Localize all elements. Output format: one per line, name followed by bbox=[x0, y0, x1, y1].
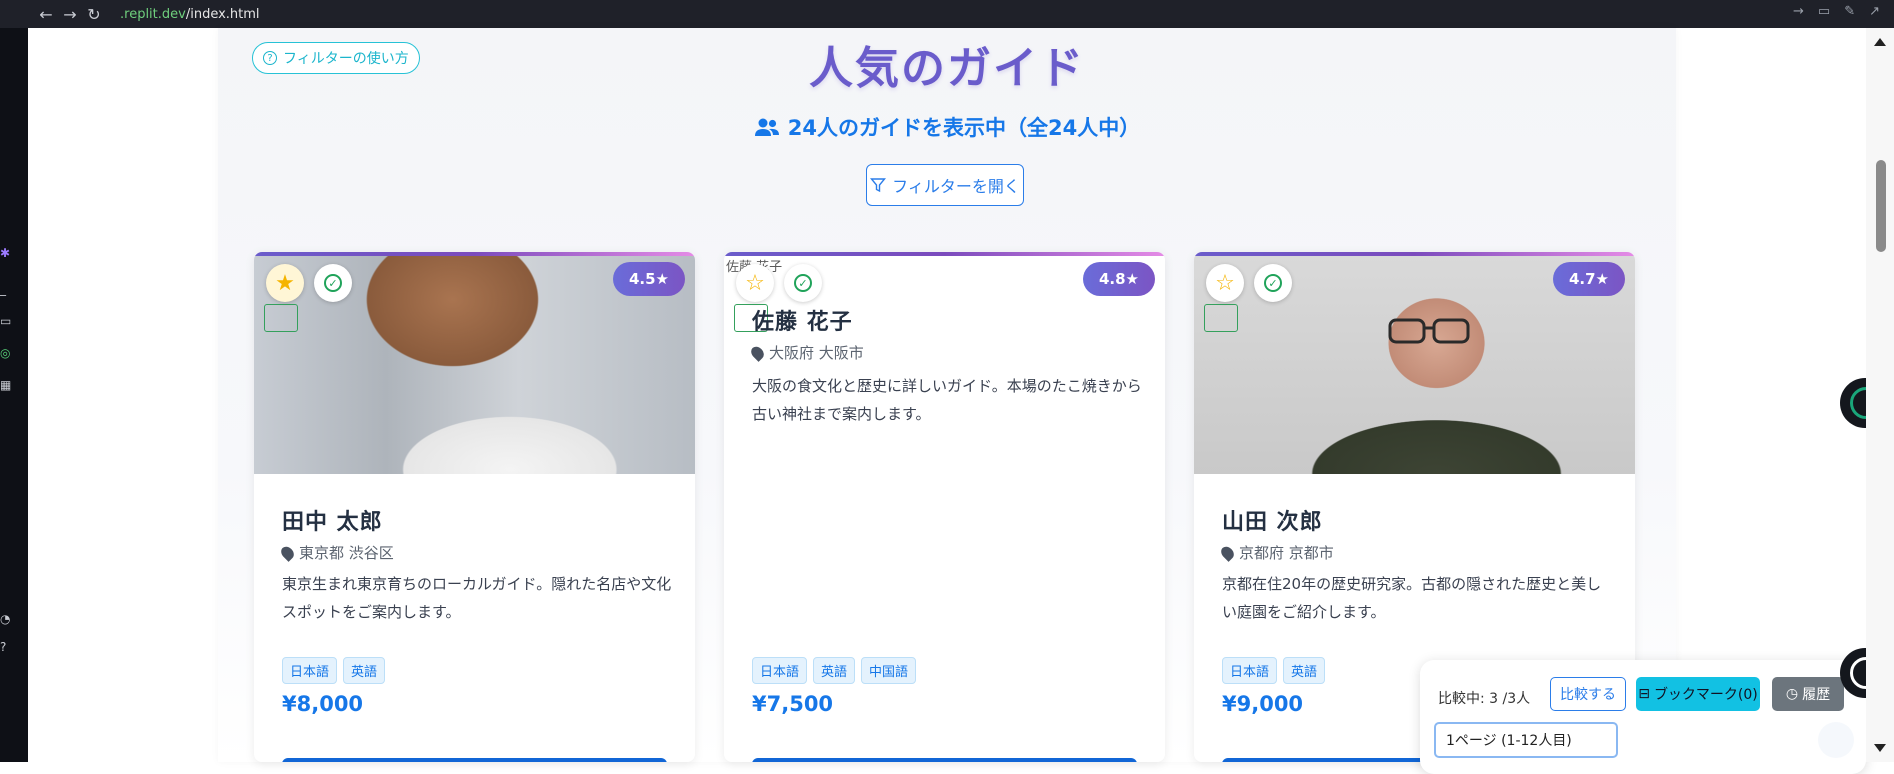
grid-icon[interactable]: ▦ bbox=[0, 378, 14, 392]
rating-badge: 4.7★ bbox=[1552, 262, 1625, 296]
compare-button[interactable]: 比較する bbox=[1550, 677, 1626, 711]
favorite-star-button[interactable]: ☆ bbox=[736, 264, 774, 302]
language-tags: 日本語 英語 bbox=[282, 657, 386, 684]
scroll-up-arrow-icon[interactable] bbox=[1874, 38, 1886, 46]
page: ? フィルターの使い方 人気のガイド 24人のガイドを表示中（全24人中） フィ… bbox=[28, 28, 1866, 774]
guide-price: ¥8,000 bbox=[282, 692, 364, 716]
guide-count: 24人のガイドを表示中（全24人中） bbox=[28, 112, 1866, 142]
scroll-down-arrow-icon[interactable] bbox=[1874, 744, 1886, 752]
language-tag: 英語 bbox=[1283, 657, 1326, 684]
help-icon[interactable]: ? bbox=[0, 640, 14, 654]
language-tag: 英語 bbox=[343, 657, 386, 684]
guide-location-text: 大阪府 大阪市 bbox=[769, 344, 864, 362]
verified-button[interactable]: ✓ bbox=[1254, 264, 1292, 302]
scrollbar-thumb[interactable] bbox=[1876, 160, 1886, 252]
language-tag: 日本語 bbox=[752, 657, 808, 684]
browser-toolbar: ← → ↻ .replit.dev/index.html → ▭ ✎ ↗ bbox=[0, 0, 1894, 28]
verified-button[interactable]: ✓ bbox=[314, 264, 352, 302]
verified-button[interactable]: ✓ bbox=[784, 264, 822, 302]
guide-description: 京都在住20年の歴史研究家。古都の隠された歴史と美しい庭園をご紹介します。 bbox=[1222, 575, 1602, 621]
bookmark-icon: ⊟ bbox=[1638, 686, 1650, 702]
url-path: /index.html bbox=[185, 6, 260, 22]
guide-location-text: 東京都 渋谷区 bbox=[299, 544, 394, 562]
monitor-icon[interactable]: ▭ bbox=[0, 314, 14, 328]
bell-icon[interactable]: ◔ bbox=[0, 612, 14, 626]
guide-count-text: 24人のガイドを表示中（全24人中） bbox=[787, 116, 1141, 140]
guide-name: 佐藤 花子 bbox=[752, 310, 853, 335]
bookmark-button[interactable]: ⊟ ブックマーク(0) bbox=[1636, 677, 1760, 711]
terminal-icon[interactable]: _ bbox=[0, 282, 14, 296]
globe-icon[interactable]: ◎ bbox=[0, 346, 14, 360]
guide-price: ¥7,500 bbox=[752, 692, 834, 716]
compare-checkbox[interactable] bbox=[264, 304, 298, 332]
arrow-right-icon[interactable]: → bbox=[1793, 4, 1804, 19]
open-filter-button[interactable]: フィルターを開く bbox=[866, 164, 1024, 206]
compare-panel: 比較中: 3 /3人 比較する ⊟ ブックマーク(0) ◷ 履歴 1ページ (1… bbox=[1420, 660, 1866, 774]
reload-icon[interactable]: ↻ bbox=[82, 5, 106, 24]
guide-location-text: 京都府 京都市 bbox=[1239, 544, 1334, 562]
forward-icon[interactable]: → bbox=[58, 5, 82, 24]
scrollbar[interactable] bbox=[1866, 28, 1894, 762]
language-tag: 英語 bbox=[813, 657, 856, 684]
language-tags: 日本語 英語 bbox=[1222, 657, 1326, 684]
book-button[interactable] bbox=[752, 758, 1137, 762]
clock-icon: ◷ bbox=[1785, 686, 1799, 702]
location-pin-icon bbox=[1218, 543, 1237, 562]
open-filter-label: フィルターを開く bbox=[892, 177, 1020, 196]
card-accent-line bbox=[724, 252, 1165, 256]
page-title: 人気のガイド bbox=[809, 43, 1085, 94]
guide-location: 東京都 渋谷区 bbox=[278, 542, 394, 563]
open-external-icon[interactable]: ↗ bbox=[1869, 4, 1880, 19]
url-domain: .replit.dev bbox=[120, 6, 186, 22]
guide-location: 京都府 京都市 bbox=[1218, 542, 1334, 563]
location-pin-icon bbox=[278, 543, 297, 562]
history-label: 履歴 bbox=[1802, 687, 1831, 703]
guide-description: 大阪の食文化と歴史に詳しいガイド。本場のたこ焼きから古い神社まで案内します。 bbox=[752, 377, 1142, 423]
favorite-star-button[interactable]: ☆ bbox=[1206, 264, 1244, 302]
language-tag: 中国語 bbox=[861, 657, 917, 684]
guide-name: 田中 太郎 bbox=[282, 510, 383, 535]
address-bar[interactable]: .replit.dev/index.html bbox=[120, 7, 260, 22]
language-tag: 日本語 bbox=[1222, 657, 1278, 684]
compare-status: 比較中: 3 /3人 bbox=[1438, 691, 1531, 707]
check-circle-icon: ✓ bbox=[1264, 274, 1282, 292]
language-tags: 日本語 英語 中国語 bbox=[752, 657, 917, 684]
funnel-icon bbox=[870, 178, 887, 193]
guide-card[interactable]: 4.5★ ★ ✓ 田中 太郎 東京都 渋谷区 東京生まれ東京育ちのローカルガイド… bbox=[254, 252, 695, 762]
left-sidebar: ✱ _ ▭ ◎ ▦ ◔ ? bbox=[0, 28, 28, 762]
compare-checkbox[interactable] bbox=[1204, 304, 1238, 332]
location-pin-icon bbox=[748, 343, 767, 362]
guide-location: 大阪府 大阪市 bbox=[748, 342, 864, 363]
wrench-icon[interactable]: ✎ bbox=[1844, 4, 1855, 19]
bookmark-label: ブックマーク(0) bbox=[1653, 687, 1758, 703]
history-button[interactable]: ◷ 履歴 bbox=[1772, 677, 1844, 711]
guide-description: 東京生まれ東京育ちのローカルガイド。隠れた名店や文化スポットをご案内します。 bbox=[282, 575, 672, 621]
users-icon bbox=[754, 118, 779, 136]
guide-name: 山田 次郎 bbox=[1222, 510, 1323, 535]
check-circle-icon: ✓ bbox=[794, 274, 812, 292]
guide-price: ¥9,000 bbox=[1222, 692, 1304, 716]
page-select[interactable]: 1ページ (1-12人目) bbox=[1434, 722, 1618, 758]
apps-icon[interactable]: ✱ bbox=[0, 246, 14, 260]
language-tag: 日本語 bbox=[282, 657, 338, 684]
favorite-star-button[interactable]: ★ bbox=[266, 264, 304, 302]
toolbar-right-icons: → ▭ ✎ ↗ bbox=[1793, 4, 1880, 19]
monitor-icon[interactable]: ▭ bbox=[1818, 4, 1830, 19]
guide-card[interactable]: 佐藤 花子 4.8★ ☆ ✓ 佐藤 花子 大阪府 大阪市 大阪の食文化と歴史に詳… bbox=[724, 252, 1165, 762]
back-icon[interactable]: ← bbox=[34, 5, 58, 24]
rating-badge: 4.5★ bbox=[612, 262, 685, 296]
floating-action-shadow bbox=[1818, 722, 1854, 758]
rating-badge: 4.8★ bbox=[1082, 262, 1155, 296]
check-circle-icon: ✓ bbox=[324, 274, 342, 292]
book-button[interactable] bbox=[282, 758, 667, 762]
